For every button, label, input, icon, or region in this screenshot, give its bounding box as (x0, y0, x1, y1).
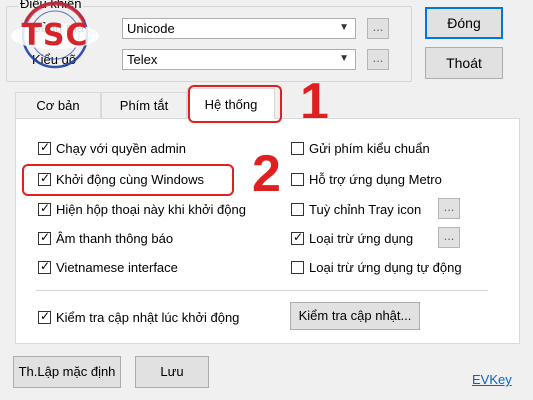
charset-select[interactable]: Unicode ▼ (122, 18, 356, 39)
divider (36, 290, 488, 291)
chevron-down-icon: ▼ (339, 22, 349, 33)
annotation-number-two: 2 (252, 145, 281, 203)
option-label: Vietnamese interface (56, 260, 178, 275)
check-update-button[interactable]: Kiểm tra cập nhật... (290, 302, 420, 330)
checkbox[interactable]: ✓ (38, 259, 51, 274)
option-label: Gửi phím kiểu chuẩn (309, 141, 430, 156)
check-icon: ✓ (40, 259, 51, 273)
check-icon: ✓ (40, 309, 51, 323)
evkey-link[interactable]: EVKey (472, 372, 512, 387)
tray-icon-more-button[interactable]: ... (438, 198, 460, 219)
option-vietnamese-interface[interactable]: ✓ Vietnamese interface (38, 259, 268, 276)
option-label: Loại trừ ứng dụng tự động (309, 260, 462, 275)
option-label: Hỗ trợ ứng dụng Metro (309, 172, 442, 187)
tab-shortcuts[interactable]: Phím tắt (101, 92, 187, 119)
option-label: Chạy với quyền admin (56, 141, 186, 156)
option-run-as-admin[interactable]: ✓ Chạy với quyền admin (38, 140, 268, 157)
close-button[interactable]: Đóng (425, 7, 503, 39)
option-send-standard-keys[interactable]: Gửi phím kiểu chuẩn (291, 141, 491, 157)
checkbox[interactable] (291, 203, 304, 216)
option-customize-tray-icon[interactable]: Tuỳ chỉnh Tray icon (291, 202, 431, 218)
option-label: Kiểm tra cập nhật lúc khởi động (56, 310, 240, 325)
chevron-down-icon: ▼ (339, 53, 349, 64)
check-icon: ✓ (293, 230, 304, 244)
checkbox[interactable]: ✓ (38, 201, 51, 216)
charset-more-button[interactable]: ... (367, 18, 389, 39)
checkbox[interactable]: ✓ (38, 230, 51, 245)
method-more-button[interactable]: ... (367, 49, 389, 70)
logo-text: TSC (21, 18, 89, 53)
option-metro-support[interactable]: Hỗ trợ ứng dụng Metro (291, 172, 491, 188)
checkbox[interactable] (291, 261, 304, 274)
option-label: Hiện hộp thoại này khi khởi động (56, 202, 246, 217)
check-icon: ✓ (40, 140, 51, 154)
option-label: Loại trừ ứng dụng (309, 231, 414, 246)
tsc-logo: TSC (4, 0, 106, 74)
checkbox[interactable] (291, 142, 304, 155)
save-button[interactable]: Lưu (135, 356, 209, 388)
method-value: Telex (127, 52, 158, 67)
check-icon: ✓ (40, 230, 51, 244)
method-select[interactable]: Telex ▼ (122, 49, 356, 70)
check-icon: ✓ (40, 201, 51, 215)
checkbox[interactable]: ✓ (38, 140, 51, 155)
option-check-update-on-start[interactable]: ✓ Kiểm tra cập nhật lúc khởi động (38, 309, 268, 326)
exclude-apps-more-button[interactable]: ... (438, 227, 460, 248)
option-label: Tuỳ chỉnh Tray icon (309, 202, 422, 217)
checkbox[interactable]: ✓ (291, 230, 304, 245)
reset-defaults-button[interactable]: Th.Lập mặc định (13, 356, 121, 388)
option-exclude-apps-auto[interactable]: Loại trừ ứng dụng tự động (291, 260, 491, 276)
option-notification-sound[interactable]: ✓ Âm thanh thông báo (38, 230, 268, 247)
checkbox[interactable] (291, 173, 304, 186)
option-label: Âm thanh thông báo (56, 231, 174, 246)
highlight-start-with-windows (22, 164, 234, 196)
option-exclude-apps[interactable]: ✓ Loại trừ ứng dụng (291, 230, 431, 247)
exit-button[interactable]: Thoát (425, 47, 503, 79)
charset-value: Unicode (127, 21, 175, 36)
highlight-tab-system (188, 85, 282, 123)
option-show-dialog-on-start[interactable]: ✓ Hiện hộp thoại này khi khởi động (38, 201, 278, 218)
tab-basic[interactable]: Cơ bản (15, 92, 101, 119)
checkbox[interactable]: ✓ (38, 309, 51, 324)
